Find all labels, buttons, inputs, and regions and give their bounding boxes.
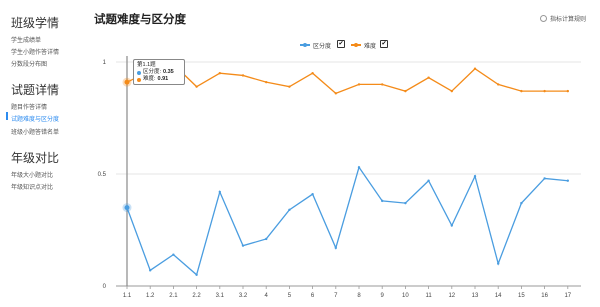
x-tick-label: 11 bbox=[425, 293, 432, 299]
y-tick-label: 0 bbox=[103, 284, 107, 290]
series-line-difficulty bbox=[126, 63, 568, 95]
x-tick-label: 1.1 bbox=[123, 293, 132, 299]
series-dot-icon bbox=[137, 77, 141, 82]
data-point bbox=[543, 177, 546, 180]
data-point bbox=[450, 89, 453, 93]
data-point bbox=[195, 85, 198, 88]
chart-tooltip: 第1.1题 区分度: 0.35 难度: 0.91 bbox=[133, 59, 185, 85]
data-point bbox=[288, 85, 291, 88]
data-point bbox=[497, 83, 500, 86]
data-point bbox=[566, 89, 569, 93]
data-point bbox=[381, 83, 384, 86]
data-point bbox=[520, 89, 523, 93]
data-point bbox=[149, 269, 152, 272]
x-tick-label: 9 bbox=[381, 293, 385, 299]
x-tick-label: 7 bbox=[334, 293, 338, 299]
data-point bbox=[195, 273, 198, 276]
x-tick-label: 12 bbox=[448, 293, 455, 299]
tooltip-value: 0.35 bbox=[163, 69, 174, 75]
y-tick-label: 1 bbox=[103, 60, 107, 66]
data-point bbox=[311, 192, 314, 196]
data-point bbox=[497, 262, 500, 265]
data-point bbox=[124, 79, 130, 85]
x-tick-label: 1.2 bbox=[146, 293, 155, 299]
data-point bbox=[404, 89, 407, 93]
tooltip-row-difficulty: 难度: 0.91 bbox=[137, 76, 181, 83]
tooltip-label: 难度: bbox=[143, 76, 156, 82]
data-point bbox=[334, 246, 337, 250]
data-point bbox=[381, 199, 384, 203]
data-point bbox=[357, 83, 361, 86]
x-tick-label: 13 bbox=[472, 293, 479, 299]
x-tick-label: 17 bbox=[564, 293, 571, 299]
x-tick-label: 8 bbox=[357, 293, 361, 299]
x-tick-label: 2.1 bbox=[169, 293, 178, 299]
series-dot-icon bbox=[137, 70, 141, 75]
y-tick-label: 0.5 bbox=[98, 172, 107, 178]
tooltip-row-discrimination: 区分度: 0.35 bbox=[137, 69, 181, 76]
data-point bbox=[473, 67, 477, 70]
data-point bbox=[124, 205, 130, 211]
data-point bbox=[288, 208, 291, 212]
x-tick-label: 5 bbox=[288, 293, 292, 299]
tooltip-title: 第1.1题 bbox=[137, 62, 156, 68]
series-line-discrimination bbox=[126, 165, 568, 276]
x-tick-label: 3.1 bbox=[216, 293, 225, 299]
x-tick-label: 6 bbox=[311, 293, 315, 299]
data-point bbox=[241, 74, 245, 77]
data-point bbox=[311, 72, 314, 75]
data-point bbox=[543, 89, 546, 93]
data-point bbox=[473, 175, 477, 178]
x-tick-label: 10 bbox=[402, 293, 409, 299]
x-tick-label: 15 bbox=[518, 293, 525, 299]
data-point bbox=[520, 201, 523, 205]
data-point bbox=[450, 224, 453, 227]
data-point bbox=[265, 237, 268, 241]
x-tick-label: 3.2 bbox=[239, 293, 248, 299]
data-point bbox=[427, 179, 430, 182]
x-tick-label: 14 bbox=[495, 293, 502, 299]
data-point bbox=[172, 253, 175, 256]
data-point bbox=[218, 72, 221, 75]
x-tick-label: 16 bbox=[541, 293, 548, 299]
data-point bbox=[427, 76, 430, 79]
data-point bbox=[357, 166, 361, 169]
data-point bbox=[404, 201, 407, 205]
line-chart[interactable]: 0 0.5 1 1.1 1.2 2.1 2.2 3.1 3.2 4 5 6 7 8 9 10 11 12 13 14 1… bbox=[0, 0, 600, 307]
x-tick-label: 4 bbox=[265, 293, 269, 299]
x-tick-label: 2.2 bbox=[192, 293, 201, 299]
data-point bbox=[566, 179, 569, 182]
data-point bbox=[334, 92, 337, 95]
tooltip-value: 0.91 bbox=[157, 76, 169, 82]
tooltip-label: 区分度: bbox=[143, 69, 162, 75]
data-point bbox=[265, 80, 268, 84]
data-point bbox=[218, 190, 221, 194]
data-point bbox=[241, 244, 245, 247]
